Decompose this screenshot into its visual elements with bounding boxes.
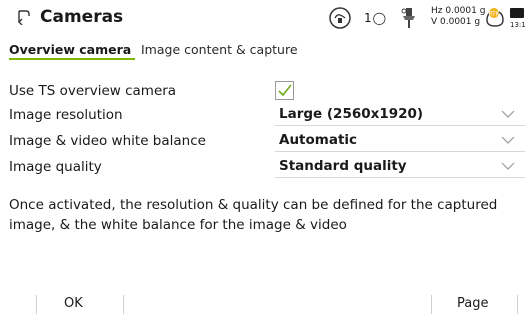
angle-v: V 0.0001 g [431, 17, 481, 27]
battery-icon[interactable]: 13:1 [510, 6, 529, 32]
level-icon[interactable]: 1◯ [362, 9, 390, 27]
angle-readout: Hz 0.0001 g V 0.0001 g [431, 6, 485, 28]
resolution-label: Image resolution [9, 107, 123, 123]
compensator-icon[interactable] [328, 6, 352, 30]
white-balance-row: Image & video white balance Automatic [0, 130, 529, 152]
softkey-divider [123, 295, 124, 314]
use-ts-camera-checkbox[interactable] [275, 81, 294, 100]
use-ts-camera-row: Use TS overview camera [0, 80, 529, 102]
active-tab-indicator [9, 58, 135, 60]
page-title: Cameras [40, 7, 124, 27]
white-balance-value: Automatic [279, 132, 358, 148]
tab-bar: Overview camera Image content & capture [0, 38, 529, 62]
info-text: Once activated, the resolution & quality… [9, 197, 498, 233]
resolution-dropdown[interactable]: Large (2560x1920) [275, 104, 525, 126]
angle-hz: Hz 0.0001 g [431, 6, 486, 16]
quality-label: Image quality [9, 159, 102, 175]
white-balance-label: Image & video white balance [9, 133, 206, 149]
softkey-bar: OK Page [0, 291, 529, 316]
quality-value: Standard quality [279, 158, 407, 174]
chevron-down-icon [501, 110, 515, 118]
radio-icon[interactable]: RTK [483, 6, 507, 30]
svg-text:RTK: RTK [488, 11, 500, 18]
ok-button[interactable]: OK [37, 291, 123, 316]
title-bar: Cameras 1◯ Hz 0.0001 g V 0.0001 g RTK 13… [0, 0, 529, 36]
battery-time: 13:1 [510, 21, 526, 29]
white-balance-dropdown[interactable]: Automatic [275, 130, 525, 152]
tab-image-content-capture[interactable]: Image content & capture [141, 42, 298, 57]
quality-dropdown[interactable]: Standard quality [275, 156, 525, 178]
resolution-row: Image resolution Large (2560x1920) [0, 104, 529, 126]
tab-overview-camera[interactable]: Overview camera [9, 42, 131, 57]
battery-fill [510, 8, 524, 18]
prism-icon[interactable] [399, 6, 419, 32]
ok-button-label: OK [64, 296, 83, 311]
page-button-label: Page [457, 296, 489, 311]
page-button[interactable]: Page [432, 291, 517, 316]
back-icon[interactable] [17, 9, 31, 25]
quality-row: Image quality Standard quality [0, 156, 529, 178]
use-ts-camera-label: Use TS overview camera [9, 83, 177, 99]
softkey-divider [517, 295, 518, 314]
chevron-down-icon [501, 162, 515, 170]
chevron-down-icon [501, 136, 515, 144]
checkmark-icon [278, 84, 292, 97]
resolution-value: Large (2560x1920) [279, 106, 424, 122]
level-indicator: 1◯ [364, 11, 388, 25]
